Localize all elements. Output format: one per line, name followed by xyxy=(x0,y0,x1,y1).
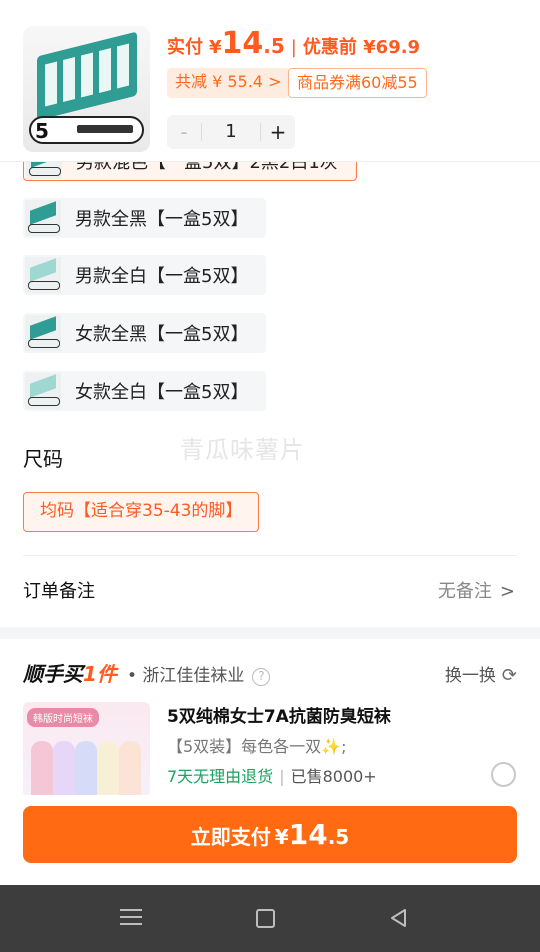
section-gap xyxy=(0,627,540,639)
quantity-value[interactable]: 1 xyxy=(201,123,261,141)
sku-thumb xyxy=(25,373,61,409)
sock-shape xyxy=(53,741,75,797)
order-remark-label: 订单备注 xyxy=(23,581,95,602)
sku-option-men-black[interactable]: 男款全黑【一盒5双】 xyxy=(23,198,267,238)
sock-shape xyxy=(31,741,53,797)
sku-option-label: 女款全白【一盒5双】 xyxy=(75,382,249,403)
order-remark-value: 无备注 > xyxy=(437,581,515,602)
divider xyxy=(23,555,517,556)
checkout-sheet: 男款混色【一盒5双】2黑2白1灰 男款全黑【一盒5双】 男款全白【一盒5双】 女… xyxy=(0,0,540,952)
sku-thumb xyxy=(25,257,61,293)
sku-option-label: 男款全黑【一盒5双】 xyxy=(75,209,249,230)
refresh-icon: ⟳ xyxy=(501,665,517,686)
product-thumbnail: 5 xyxy=(23,26,150,152)
recommended-product-meta: 7天无理由退货 | 已售8000+ xyxy=(167,767,377,786)
help-icon[interactable]: ? xyxy=(252,668,271,686)
pay-now-button[interactable]: 立即支付 ¥ 14 .5 xyxy=(23,806,517,863)
pay-bar: 立即支付 ¥ 14 .5 xyxy=(0,795,540,885)
product-image-tag: 韩版时尚短袜 xyxy=(27,708,99,727)
shunshou-shop: • 浙江佳佳袜业? xyxy=(127,661,271,686)
menu-icon[interactable] xyxy=(120,909,142,927)
back-icon[interactable] xyxy=(388,907,410,929)
sku-option-label: 女款全黑【一盒5双】 xyxy=(75,324,249,345)
size-section-title: 尺码 xyxy=(23,447,63,471)
home-icon[interactable] xyxy=(256,909,275,928)
shunshou-logo: 顺手买1件 xyxy=(23,662,117,686)
sock-shape xyxy=(75,741,97,797)
sku-thumb xyxy=(25,200,61,236)
sku-option-women-white[interactable]: 女款全白【一盒5双】 xyxy=(23,371,267,411)
recommended-product-image[interactable]: 韩版时尚短袜 xyxy=(23,702,150,797)
quantity-stepper: - 1 + xyxy=(167,115,295,149)
sock-shape xyxy=(119,741,141,797)
swap-button[interactable]: 换一换 ⟳ xyxy=(445,661,517,686)
plus-button[interactable]: + xyxy=(261,120,295,144)
sock-shape xyxy=(97,741,119,797)
sku-option-women-black[interactable]: 女款全黑【一盒5双】 xyxy=(23,313,267,353)
product-box-shape xyxy=(37,31,137,121)
system-nav-bar xyxy=(0,885,540,952)
sku-option-men-white[interactable]: 男款全白【一盒5双】 xyxy=(23,255,267,295)
coupon-chip: 商品券满60减55 xyxy=(288,68,427,98)
product-summary-header: 5 实付 ¥ 14 .5 | 优惠前 ¥69.9 共减 ¥ 55.4 > 商品券… xyxy=(0,0,540,162)
minus-button[interactable]: - xyxy=(167,120,201,144)
total-discount-chip[interactable]: 共减 ¥ 55.4 > xyxy=(167,68,290,98)
shunshou-header: 顺手买1件 • 浙江佳佳袜业? 换一换 ⟳ xyxy=(23,658,517,688)
order-remark-row[interactable]: 订单备注 无备注 > xyxy=(0,560,540,618)
price-row: 实付 ¥ 14 .5 | 优惠前 ¥69.9 xyxy=(167,26,421,61)
recommended-product-title[interactable]: 5双纯棉女士7A抗菌防臭短袜 xyxy=(167,702,391,727)
chevron-right-icon: > xyxy=(499,581,515,602)
size-option-one-size[interactable]: 均码【适合穿35-43的脚】 xyxy=(23,492,260,532)
sku-thumb xyxy=(25,315,61,351)
product-badge: 5 xyxy=(29,116,144,144)
recommended-product-radio[interactable] xyxy=(491,762,516,787)
sku-option-label: 男款全白【一盒5双】 xyxy=(75,266,249,287)
recommended-product-subtitle: 【5双装】每色各一双✨; xyxy=(167,737,347,756)
watermark: 青瓜味薯片 xyxy=(180,436,305,464)
